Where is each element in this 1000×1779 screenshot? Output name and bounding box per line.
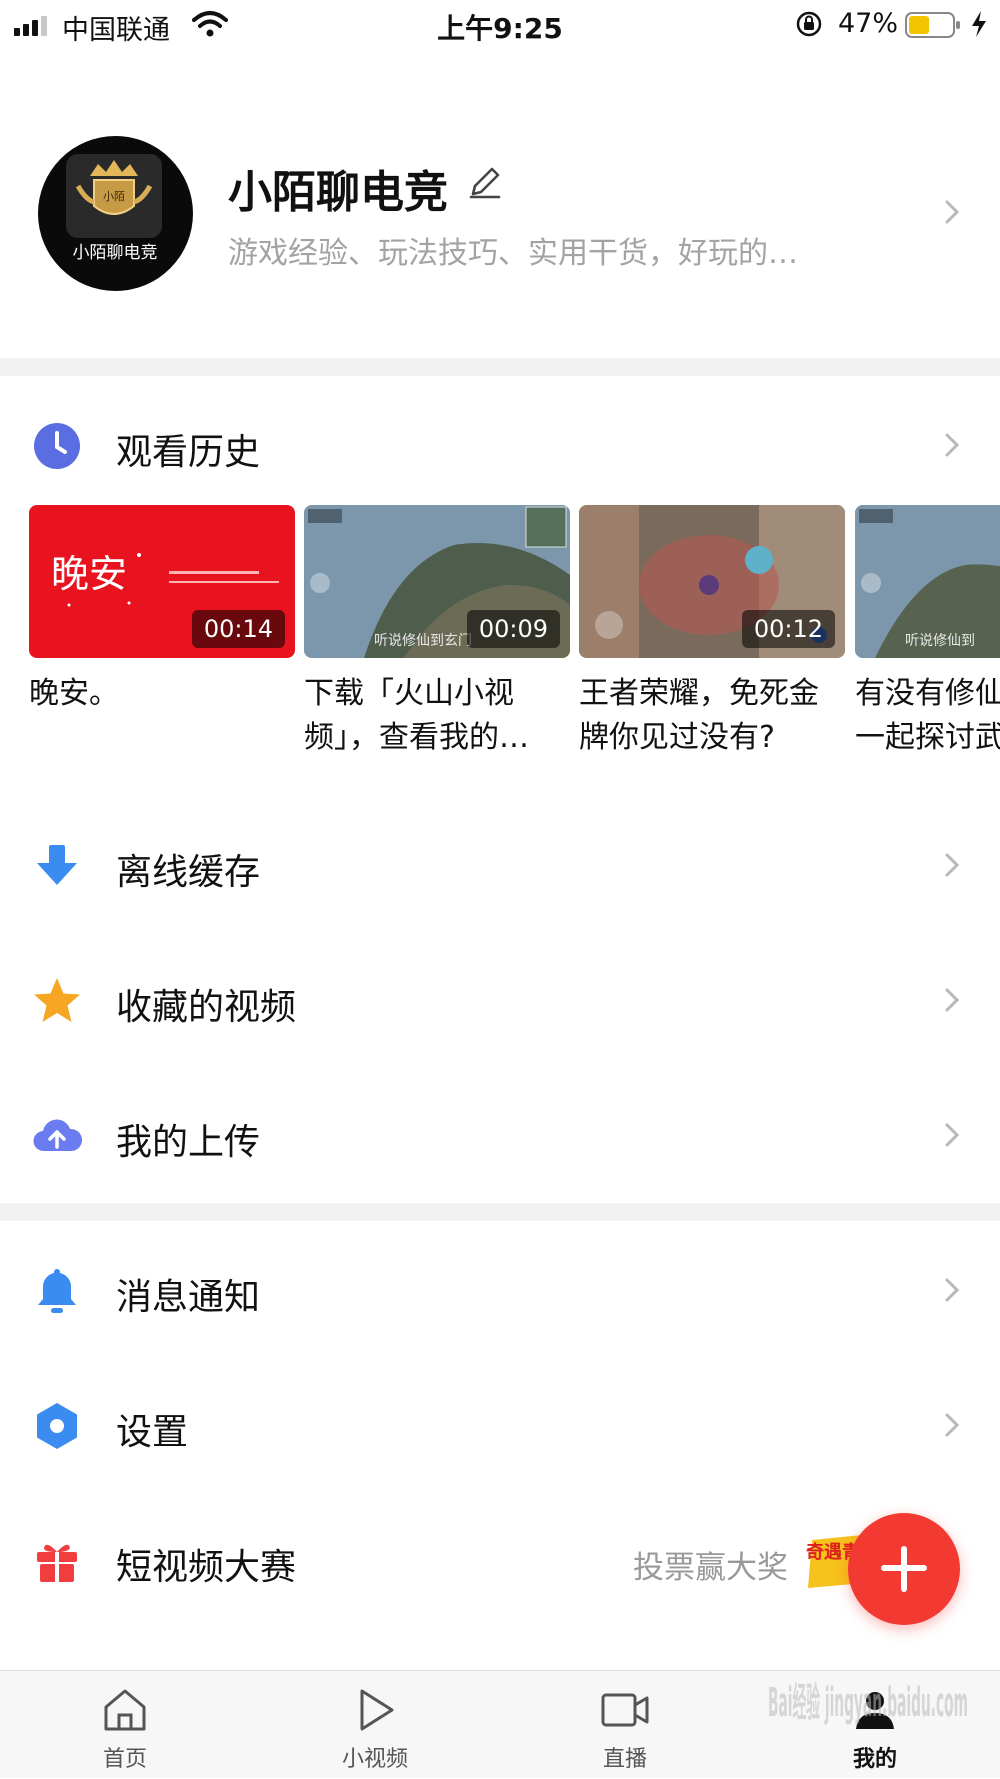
history-card[interactable]: 听说修仙到 有没有修仙 一起探讨武 — [855, 505, 1000, 760]
chevron-right-icon — [945, 1123, 960, 1147]
history-card[interactable]: 00:12 王者荣耀，免死金 牌你见过没有? — [579, 505, 845, 760]
history-card[interactable]: 听说修仙到玄门 00:09 下载「火山小视 频」，查看我的… — [304, 505, 570, 760]
cloud-upload-icon — [33, 1119, 82, 1152]
history-card[interactable]: 晚安 00:14 晚安。 — [29, 505, 295, 716]
video-thumbnail[interactable]: 听说修仙到玄门 00:09 — [304, 505, 570, 658]
home-icon — [104, 1689, 146, 1731]
edit-icon[interactable] — [465, 162, 505, 202]
plus-icon-stroke — [901, 1546, 907, 1592]
menu-item-settings[interactable]: 设置 — [0, 1375, 1000, 1475]
watermark-text: Bai经验 jingyan.baidu.com — [768, 1680, 968, 1726]
video-title: 晚安。 — [29, 672, 295, 716]
video-title-line: 下载「火山小视 — [304, 676, 514, 711]
menu-item-watch-history[interactable]: 观看历史 — [0, 395, 1000, 495]
chevron-right-icon — [945, 853, 960, 877]
video-title-line: 王者荣耀，免死金 — [579, 676, 819, 711]
play-icon — [360, 1689, 394, 1731]
menu-item-favorites[interactable]: 收藏的视频 — [0, 950, 1000, 1050]
video-title-line: 晚安。 — [29, 676, 119, 711]
menu-label: 观看历史 — [116, 432, 261, 473]
profile-header[interactable]: 小陌 小陌聊电竞 小陌聊电竞 游戏经验、玩法技巧、实用干货，好玩的… — [0, 120, 1000, 300]
history-carousel[interactable]: 晚安 00:14 晚安。 听说修仙到玄门 00:09 下载「火山小视 频」，查看… — [0, 505, 1000, 765]
thumbnail-text: 晚安 — [51, 552, 127, 596]
tab-home[interactable]: 首页 — [0, 1671, 250, 1779]
status-bar: 中国联通 上午9:25 47% — [0, 0, 1000, 50]
contest-promo-text: 投票赢大奖 — [633, 1550, 788, 1586]
menu-label: 设置 — [116, 1412, 189, 1453]
gift-icon — [37, 1544, 77, 1582]
chevron-right-icon — [945, 1278, 960, 1302]
chevron-right-icon — [945, 988, 960, 1012]
video-title: 王者荣耀，免死金 牌你见过没有? — [579, 672, 845, 760]
avatar[interactable]: 小陌 小陌聊电竞 — [38, 136, 193, 291]
video-title: 下载「火山小视 频」，查看我的… — [304, 672, 570, 760]
tab-live[interactable]: 直播 — [500, 1671, 750, 1779]
battery-percent: 47% — [838, 8, 899, 39]
video-thumbnail[interactable]: 00:12 — [579, 505, 845, 658]
thumbnail-text: 听说修仙到 — [905, 633, 975, 649]
chevron-right-icon — [945, 200, 960, 224]
thumbnail-text: 听说修仙到玄门 — [374, 632, 472, 649]
menu-item-offline-cache[interactable]: 离线缓存 — [0, 815, 1000, 915]
menu-label: 收藏的视频 — [116, 987, 297, 1028]
menu-label: 消息通知 — [116, 1277, 261, 1318]
video-title-line: 牌你见过没有? — [579, 720, 775, 755]
battery-icon — [905, 12, 960, 38]
profile-name: 小陌聊电竞 — [228, 167, 448, 218]
video-title-line: 有没有修仙 — [855, 676, 1000, 711]
section-divider — [0, 358, 1000, 376]
menu-item-my-uploads[interactable]: 我的上传 — [0, 1085, 1000, 1185]
settings-icon — [37, 1403, 77, 1449]
create-post-button[interactable] — [848, 1513, 960, 1625]
menu-label: 离线缓存 — [116, 852, 261, 893]
video-thumbnail[interactable]: 听说修仙到 — [855, 505, 1000, 658]
watermark-logo-icon: Bai经验 jingyan.baidu.com — [768, 1680, 968, 1726]
download-icon — [37, 845, 77, 885]
avatar-logo-icon: 小陌 小陌聊电竞 — [66, 154, 162, 263]
avatar-crest-text: 小陌 — [103, 190, 125, 203]
star-icon — [34, 978, 80, 1022]
tab-label: 首页 — [102, 1747, 147, 1772]
profile-bio: 游戏经验、玩法技巧、实用干货，好玩的… — [228, 236, 798, 271]
chevron-right-icon — [945, 433, 960, 457]
chevron-right-icon — [945, 1413, 960, 1437]
video-duration: 00:12 — [741, 610, 835, 648]
video-camera-icon — [601, 1693, 649, 1727]
rotation-lock-icon — [796, 11, 822, 37]
charging-icon — [972, 11, 986, 37]
video-duration: 00:09 — [466, 610, 560, 648]
video-title: 有没有修仙 一起探讨武 — [855, 672, 1000, 760]
bell-icon — [38, 1269, 76, 1313]
section-divider — [0, 1203, 1000, 1221]
menu-item-notifications[interactable]: 消息通知 — [0, 1240, 1000, 1340]
menu-label: 短视频大赛 — [116, 1547, 297, 1588]
tab-label: 小视频 — [341, 1747, 408, 1772]
avatar-text: 小陌聊电竞 — [73, 243, 158, 263]
menu-label: 我的上传 — [116, 1122, 261, 1163]
video-thumbnail[interactable]: 晚安 00:14 — [29, 505, 295, 658]
thumbnail-art: 听说修仙到 — [855, 505, 1000, 658]
tab-short-video[interactable]: 小视频 — [250, 1671, 500, 1779]
clock-icon — [34, 423, 80, 469]
video-title-line: 一起探讨武 — [855, 720, 1000, 755]
video-duration: 00:14 — [191, 610, 285, 648]
video-title-line: 频」，查看我的… — [304, 720, 529, 755]
tab-label: 直播 — [602, 1747, 647, 1772]
